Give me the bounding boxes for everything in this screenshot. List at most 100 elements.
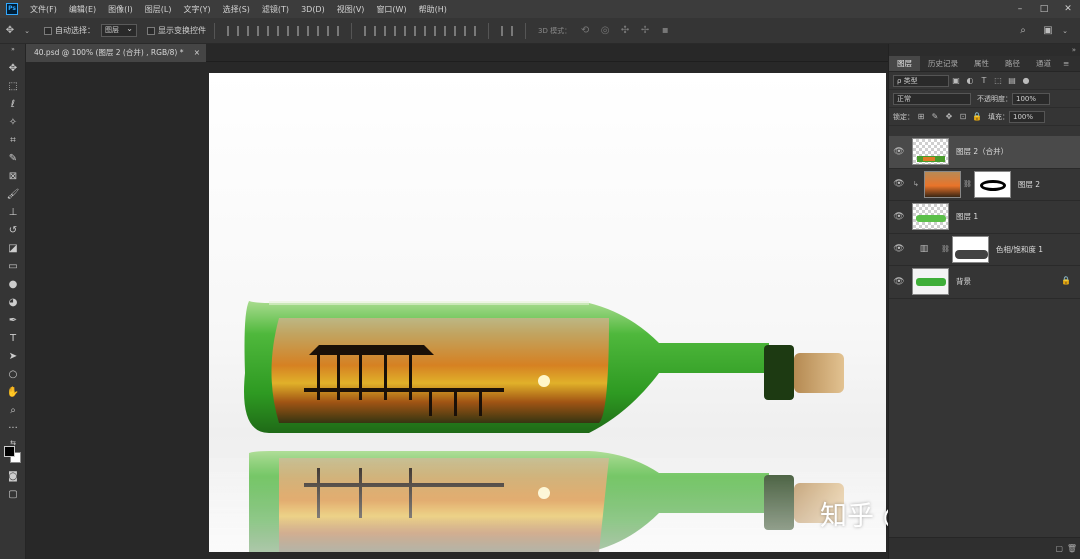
layer-mask-thumbnail[interactable]: [951, 235, 989, 263]
eraser-tool-icon[interactable]: ◪: [5, 242, 21, 256]
visibility-eye-icon[interactable]: 👁: [889, 147, 909, 157]
move-tool-icon[interactable]: ✥: [3, 24, 17, 38]
lock-artboard-icon[interactable]: ⊡: [958, 112, 968, 122]
tab-paths[interactable]: 路径: [997, 56, 1028, 71]
gradient-tool-icon[interactable]: ▭: [5, 260, 21, 274]
brush-tool-icon[interactable]: 🖌: [5, 188, 21, 202]
filter-kind-dropdown[interactable]: ρ 类型: [893, 74, 949, 87]
distribute-left-icon[interactable]: [424, 25, 436, 36]
menu-help[interactable]: 帮助(H): [413, 4, 453, 15]
fill-input[interactable]: 100%: [1009, 110, 1045, 123]
blend-mode-dropdown[interactable]: 正常: [893, 92, 971, 105]
distribute-top-icon[interactable]: [364, 25, 376, 36]
menu-type[interactable]: 文字(Y): [177, 4, 216, 15]
mask-link-icon[interactable]: ⛓: [963, 180, 972, 188]
align-vcenter-icon[interactable]: [247, 25, 259, 36]
panel-menu-icon[interactable]: ≡: [1059, 56, 1073, 71]
panel-collapse-icon[interactable]: »: [889, 44, 1080, 56]
tab-layers[interactable]: 图层: [889, 56, 920, 71]
healing-brush-tool-icon[interactable]: ⊠: [5, 170, 21, 184]
delete-layer-icon[interactable]: 🗑: [1067, 544, 1077, 553]
hand-tool-icon[interactable]: ✋: [5, 386, 21, 400]
ellipse-tool-icon[interactable]: ○: [5, 368, 21, 382]
new-layer-icon[interactable]: ▢: [1055, 544, 1063, 553]
filter-shape-icon[interactable]: ⬚: [993, 76, 1003, 86]
auto-select-checkbox[interactable]: [44, 26, 52, 35]
filter-pixel-icon[interactable]: ▣: [951, 76, 961, 86]
lock-transparent-icon[interactable]: ⊞: [916, 112, 926, 122]
filter-type-icon[interactable]: T: [979, 76, 989, 86]
auto-select-dropdown[interactable]: 图层: [101, 23, 137, 37]
filter-smart-object-icon[interactable]: ▤: [1007, 76, 1017, 86]
tab-channels[interactable]: 通道: [1028, 56, 1059, 71]
opacity-input[interactable]: 100%: [1012, 92, 1050, 105]
layer-row[interactable]: 👁 ↳ ⛓ 图层 2: [889, 169, 1080, 201]
document-canvas[interactable]: [209, 73, 886, 552]
layer-row[interactable]: 👁 图层 2（合并）: [889, 136, 1080, 169]
drag-3d-icon[interactable]: ✣: [618, 24, 632, 38]
align-top-icon[interactable]: [227, 25, 239, 36]
distribute-bottom-icon[interactable]: [404, 25, 416, 36]
tab-properties[interactable]: 属性: [966, 56, 997, 71]
quick-mask-icon[interactable]: ◙: [5, 470, 21, 484]
path-selection-tool-icon[interactable]: ➤: [5, 350, 21, 364]
lock-icon[interactable]: 🔒: [1061, 276, 1071, 285]
pen-tool-icon[interactable]: ✒: [5, 314, 21, 328]
type-tool-icon[interactable]: T: [5, 332, 21, 346]
screen-mode-icon[interactable]: ▢: [5, 488, 21, 502]
close-tab-icon[interactable]: ×: [194, 44, 200, 62]
menu-3d[interactable]: 3D(D): [295, 5, 331, 14]
align-right-icon[interactable]: [327, 25, 339, 36]
visibility-eye-icon[interactable]: 👁: [889, 212, 909, 222]
tab-history[interactable]: 历史记录: [920, 56, 966, 71]
menu-file[interactable]: 文件(F): [24, 4, 63, 15]
menu-edit[interactable]: 编辑(E): [63, 4, 102, 15]
layer-row[interactable]: 👁 图层 1: [889, 201, 1080, 234]
layer-mask-thumbnail[interactable]: [973, 170, 1011, 198]
chevron-down-icon[interactable]: ⌄: [1061, 24, 1069, 38]
menu-image[interactable]: 图像(I): [102, 4, 139, 15]
close-window-button[interactable]: ✕: [1056, 0, 1080, 18]
document-tab[interactable]: 40.psd @ 100% (图层 2 (合并) , RGB/8) * ×: [26, 44, 206, 62]
collapse-icon[interactable]: »: [5, 46, 21, 54]
filter-toggle-icon[interactable]: ●: [1021, 76, 1031, 86]
lock-pixels-icon[interactable]: ✎: [930, 112, 940, 122]
menu-view[interactable]: 视图(V): [331, 4, 371, 15]
filter-adjustment-icon[interactable]: ◐: [965, 76, 975, 86]
roll-3d-icon[interactable]: ◎: [598, 24, 612, 38]
foreground-color-swatch[interactable]: [4, 446, 15, 457]
maximize-button[interactable]: □: [1032, 0, 1056, 18]
lasso-tool-icon[interactable]: ℓ: [5, 98, 21, 112]
distribute-right-icon[interactable]: [464, 25, 476, 36]
auto-align-icon[interactable]: [501, 25, 513, 36]
lock-all-icon[interactable]: 🔒: [972, 112, 982, 122]
distribute-hcenter-icon[interactable]: [444, 25, 456, 36]
mask-link-icon[interactable]: ⛓: [941, 245, 950, 253]
align-hcenter-icon[interactable]: [307, 25, 319, 36]
rotate-3d-icon[interactable]: ⟲: [578, 24, 592, 38]
menu-window[interactable]: 窗口(W): [370, 4, 412, 15]
align-left-icon[interactable]: [287, 25, 299, 36]
layer-row[interactable]: 👁 ▥ ⛓ 色相/饱和度 1: [889, 234, 1080, 266]
align-bottom-icon[interactable]: [267, 25, 279, 36]
workspace-icon[interactable]: ▣: [1041, 24, 1055, 38]
search-icon[interactable]: ⌕: [1016, 24, 1030, 38]
distribute-vcenter-icon[interactable]: [384, 25, 396, 36]
scale-3d-icon[interactable]: ▪: [658, 24, 672, 38]
dodge-tool-icon[interactable]: ◕: [5, 296, 21, 310]
blur-tool-icon[interactable]: ●: [5, 278, 21, 292]
menu-select[interactable]: 选择(S): [217, 4, 256, 15]
show-transform-checkbox[interactable]: [147, 26, 155, 35]
minimize-button[interactable]: –: [1008, 0, 1032, 18]
marquee-tool-icon[interactable]: ⬚: [5, 80, 21, 94]
move-tool-icon[interactable]: ✥: [5, 62, 21, 76]
layer-row[interactable]: 👁 背景 🔒: [889, 266, 1080, 299]
lock-position-icon[interactable]: ✥: [944, 112, 954, 122]
zoom-tool-icon[interactable]: ⌕: [5, 404, 21, 418]
menu-layer[interactable]: 图层(L): [139, 4, 178, 15]
history-brush-tool-icon[interactable]: ↺: [5, 224, 21, 238]
visibility-eye-icon[interactable]: 👁: [889, 277, 909, 287]
visibility-eye-icon[interactable]: 👁: [889, 244, 909, 254]
clone-stamp-tool-icon[interactable]: ⊥: [5, 206, 21, 220]
visibility-eye-icon[interactable]: 👁: [889, 179, 909, 189]
